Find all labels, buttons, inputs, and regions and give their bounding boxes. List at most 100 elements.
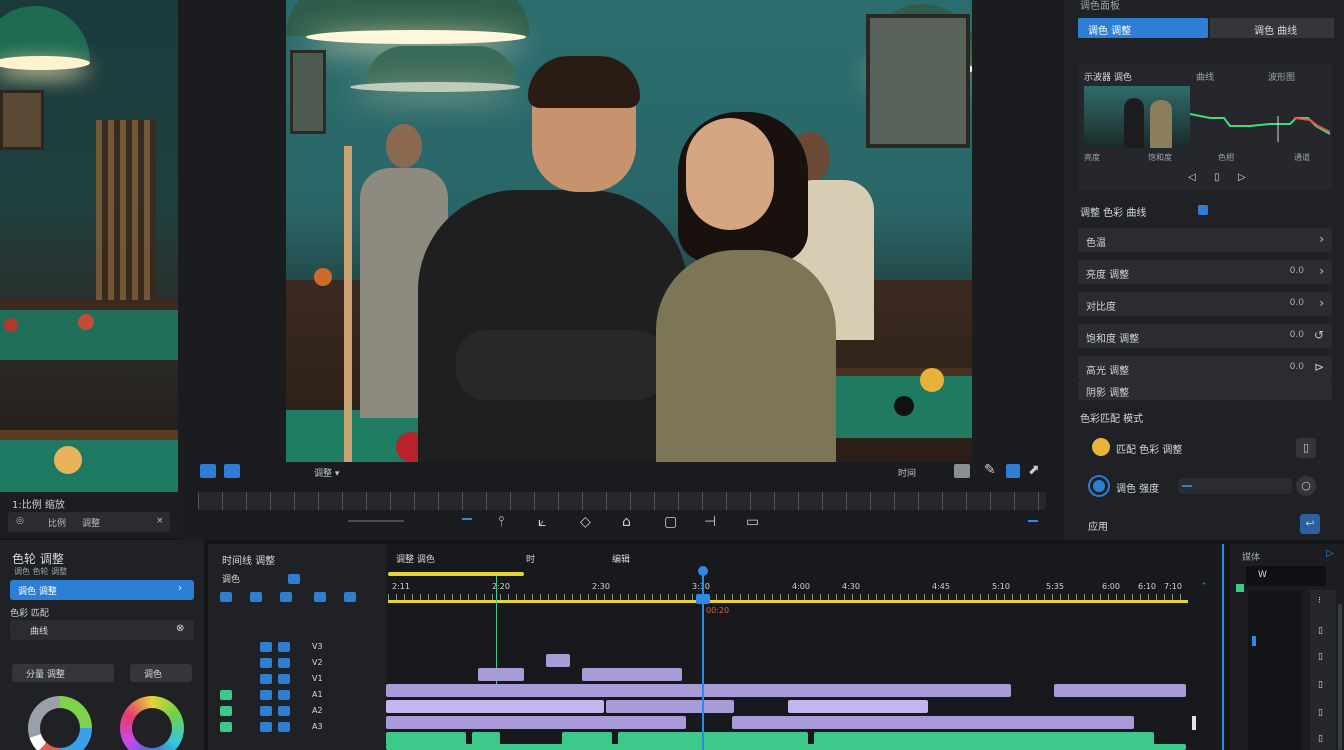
- tool-icon[interactable]: ▯: [1318, 734, 1323, 744]
- track-eye-icon[interactable]: [278, 722, 290, 732]
- tool-icon[interactable]: ⁝: [1318, 596, 1321, 606]
- track-toggle[interactable]: [220, 592, 232, 602]
- track-toggle[interactable]: [288, 574, 300, 584]
- playhead-handle[interactable]: [698, 566, 708, 576]
- clip[interactable]: [788, 700, 928, 713]
- view-a-icon[interactable]: [200, 464, 216, 478]
- pen-icon[interactable]: ✎: [984, 462, 996, 478]
- reset-icon[interactable]: ↺: [1314, 328, 1324, 342]
- track-eye-icon[interactable]: [278, 658, 290, 668]
- frame-tool-icon[interactable]: ▢: [664, 514, 677, 530]
- media-search-input[interactable]: W: [1246, 566, 1326, 586]
- chevron-right-icon[interactable]: ›: [1319, 296, 1324, 310]
- tab-curves[interactable]: 调色 曲线: [1210, 18, 1334, 38]
- scope-next-icon[interactable]: ▷: [1238, 172, 1246, 183]
- track-lock-icon[interactable]: [260, 690, 272, 700]
- keyframe-icon[interactable]: ⊳: [1314, 360, 1324, 374]
- match-effect-icon[interactable]: [1092, 438, 1110, 456]
- scrub-bar[interactable]: [198, 492, 1046, 510]
- list-item[interactable]: 色彩 匹配: [10, 602, 194, 622]
- list-item[interactable]: 曲线 ⊗: [10, 620, 194, 640]
- chevron-right-icon[interactable]: ›: [1319, 264, 1324, 278]
- scrollbar[interactable]: [1338, 604, 1342, 750]
- track-lock-icon[interactable]: [260, 722, 272, 732]
- intensity-icon[interactable]: [1090, 477, 1108, 495]
- clip[interactable]: [582, 668, 682, 681]
- contrast-row[interactable]: 对比度 0.0 ›: [1078, 292, 1332, 316]
- mask-icon[interactable]: [1006, 464, 1020, 478]
- timeline-tracks[interactable]: 调整 调色 时 编辑 2:11 2:20 2:30 3:30 4:00 4:30…: [386, 544, 1226, 750]
- chevron-right-icon[interactable]: ›: [178, 583, 182, 594]
- split-tool-icon[interactable]: ⊣: [704, 514, 716, 530]
- clip[interactable]: [386, 716, 686, 729]
- playhead-marker[interactable]: [696, 594, 710, 604]
- scope-prev-icon[interactable]: ◁: [1188, 172, 1196, 183]
- view-b-icon[interactable]: [224, 464, 240, 478]
- track-lock-icon[interactable]: [260, 658, 272, 668]
- crop-tool-icon[interactable]: ⫯: [498, 514, 504, 530]
- clip[interactable]: [386, 684, 1011, 697]
- apply-button[interactable]: ↩: [1300, 514, 1320, 534]
- tool-icon[interactable]: ▯: [1318, 626, 1323, 636]
- tool-icon[interactable]: ▯: [1318, 652, 1323, 662]
- intensity-reset-icon[interactable]: ○: [1296, 476, 1316, 496]
- clip[interactable]: [386, 744, 1186, 750]
- work-area-bar[interactable]: [388, 572, 524, 576]
- track-lock-icon[interactable]: [260, 642, 272, 652]
- track-eye-icon[interactable]: [278, 642, 290, 652]
- track-name: V1: [312, 674, 323, 683]
- clip[interactable]: [478, 668, 524, 681]
- clip[interactable]: [546, 654, 570, 667]
- track-lock-icon[interactable]: [260, 674, 272, 684]
- selected-item[interactable]: 调色 调整 ›: [10, 580, 194, 600]
- highlight-row[interactable]: 高光 调整 0.0 ⊳: [1078, 356, 1332, 380]
- track-toggle[interactable]: [250, 592, 262, 602]
- track-eye-icon[interactable]: [278, 706, 290, 716]
- shape-tool-icon[interactable]: ◇: [580, 514, 591, 530]
- left-controls-row[interactable]: ◎ 比例 调整 ×: [8, 512, 170, 532]
- tab-color-adjust[interactable]: 调色 调整: [1078, 18, 1208, 38]
- transform-tool-icon[interactable]: ▭: [746, 514, 759, 530]
- color-wheel[interactable]: [28, 696, 92, 750]
- scope-pause-icon[interactable]: ▯: [1214, 172, 1220, 183]
- color-temp-row[interactable]: 色温 ›: [1078, 228, 1332, 252]
- stabilize-tool-icon[interactable]: ⌂: [622, 514, 631, 530]
- zoom-slider[interactable]: [348, 520, 404, 522]
- settings-icon[interactable]: ⊗: [176, 623, 184, 634]
- clip[interactable]: [732, 716, 1134, 729]
- close-icon[interactable]: ×: [156, 516, 164, 526]
- tool-icon[interactable]: ▯: [1318, 680, 1323, 690]
- track-lock-icon[interactable]: [260, 706, 272, 716]
- track-toggle[interactable]: [344, 592, 356, 602]
- adjust-dropdown[interactable]: 调整 ▾: [314, 466, 339, 479]
- pointer-icon[interactable]: ⬈: [1028, 462, 1040, 478]
- brightness-row[interactable]: 亮度 调整 0.0 ›: [1078, 260, 1332, 284]
- shadow-row[interactable]: 阴影 调整: [1078, 380, 1332, 400]
- effect-menu-icon[interactable]: ▯: [1296, 438, 1316, 458]
- section-toggle[interactable]: [1198, 205, 1208, 215]
- audio-mute-icon[interactable]: [220, 722, 232, 732]
- safe-area-icon[interactable]: [954, 464, 970, 478]
- chevron-up-icon[interactable]: ⌃: [1200, 582, 1208, 592]
- saturation-row[interactable]: 饱和度 调整 0.0 ↺: [1078, 324, 1332, 348]
- clip[interactable]: [606, 700, 734, 713]
- ruler-label: 2:11: [392, 582, 410, 591]
- expand-icon[interactable]: ▷: [1326, 548, 1334, 559]
- tool-icon[interactable]: ▯: [1318, 708, 1323, 718]
- chevron-right-icon[interactable]: ›: [1319, 232, 1324, 246]
- clip[interactable]: [1054, 684, 1186, 697]
- audio-mute-icon[interactable]: [220, 690, 232, 700]
- clip[interactable]: [386, 700, 604, 713]
- media-list[interactable]: [1248, 590, 1302, 750]
- grade-button[interactable]: 调色: [130, 664, 192, 682]
- angle-tool-icon[interactable]: ⟀: [538, 514, 546, 530]
- track-eye-icon[interactable]: [278, 674, 290, 684]
- track-eye-icon[interactable]: [278, 690, 290, 700]
- track-toggle[interactable]: [280, 592, 292, 602]
- hue-wheel[interactable]: [120, 696, 184, 750]
- audio-mute-icon[interactable]: [220, 706, 232, 716]
- track-toggle[interactable]: [314, 592, 326, 602]
- intensity-slider[interactable]: [1178, 478, 1292, 494]
- component-button[interactable]: 分量 调整: [12, 664, 114, 682]
- record-icon[interactable]: ◎: [16, 516, 24, 526]
